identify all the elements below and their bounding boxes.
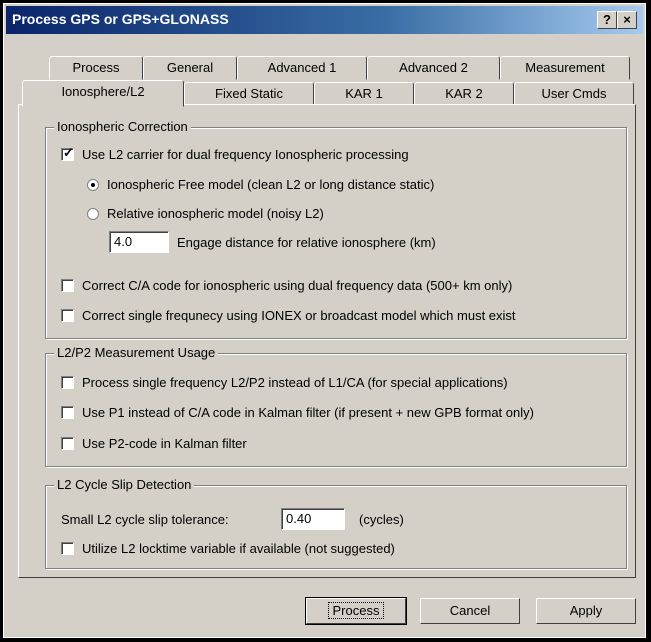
group-title: L2/P2 Measurement Usage xyxy=(54,345,219,360)
single-freq-checkbox[interactable]: Process single frequency L2/P2 instead o… xyxy=(61,375,508,390)
slip-tolerance-input[interactable]: 0.40 xyxy=(281,508,345,530)
slip-tolerance-label: Small L2 cycle slip tolerance: xyxy=(61,512,229,527)
use-p2-label: Use P2-code in Kalman filter xyxy=(82,436,247,451)
iono-free-radio[interactable]: Ionospheric Free model (clean L2 or long… xyxy=(87,177,434,192)
tab-kar-1[interactable]: KAR 1 xyxy=(314,82,414,106)
tab-fixed-static[interactable]: Fixed Static xyxy=(184,82,314,106)
checkbox-unchecked[interactable] xyxy=(61,437,74,450)
tab-process[interactable]: Process xyxy=(49,56,143,80)
group-title: Ionospheric Correction xyxy=(54,119,191,134)
iono-free-label: Ionospheric Free model (clean L2 or long… xyxy=(107,177,435,192)
group-title: L2 Cycle Slip Detection xyxy=(54,477,195,492)
relative-model-radio[interactable]: Relative ionospheric model (noisy L2) xyxy=(87,206,324,221)
tab-measurement[interactable]: Measurement xyxy=(500,56,630,80)
checkbox-unchecked[interactable] xyxy=(61,376,74,389)
engage-distance-input[interactable]: 4.0 xyxy=(109,231,169,253)
apply-button[interactable]: Apply xyxy=(536,598,636,624)
cancel-button[interactable]: Cancel xyxy=(420,598,520,624)
checkbox-unchecked[interactable] xyxy=(61,542,74,555)
engage-distance-label: Engage distance for relative ionosphere … xyxy=(177,235,436,250)
tab-advanced-2[interactable]: Advanced 2 xyxy=(367,56,500,80)
single-freq-label: Process single frequency L2/P2 instead o… xyxy=(82,375,508,390)
tab-panel: Ionospheric Correction ✓ Use L2 carrier f… xyxy=(18,104,636,578)
locktime-checkbox[interactable]: Utilize L2 locktime variable if availabl… xyxy=(61,541,395,556)
tab-user-cmds[interactable]: User Cmds xyxy=(514,82,634,106)
correct-single-checkbox[interactable]: Correct single frequnecy using IONEX or … xyxy=(61,308,516,323)
checkbox-unchecked[interactable] xyxy=(61,406,74,419)
correct-single-label: Correct single frequnecy using IONEX or … xyxy=(82,308,516,323)
use-p1-label: Use P1 instead of C/A code in Kalman fil… xyxy=(82,405,534,420)
tab-ionosphere-l2[interactable]: Ionosphere/L2 xyxy=(22,80,184,107)
checkbox-unchecked[interactable] xyxy=(61,279,74,292)
tab-advanced-1[interactable]: Advanced 1 xyxy=(237,56,367,80)
title-bar: Process GPS or GPS+GLONASS ? × xyxy=(6,6,643,34)
use-l2-label: Use L2 carrier for dual frequency Ionosp… xyxy=(82,147,409,162)
window-title: Process GPS or GPS+GLONASS xyxy=(12,11,229,27)
process-button-label: Process xyxy=(327,602,385,619)
radio-selected[interactable] xyxy=(87,179,99,191)
checkbox-unchecked[interactable] xyxy=(61,309,74,322)
use-l2-checkbox[interactable]: ✓ Use L2 carrier for dual frequency Ionos… xyxy=(61,146,409,162)
use-p1-checkbox[interactable]: Use P1 instead of C/A code in Kalman fil… xyxy=(61,405,534,420)
close-button[interactable]: × xyxy=(617,11,637,29)
tab-kar-2[interactable]: KAR 2 xyxy=(414,82,514,106)
tab-general[interactable]: General xyxy=(143,56,237,80)
help-button[interactable]: ? xyxy=(597,11,617,29)
process-button[interactable]: Process xyxy=(305,597,407,625)
use-p2-checkbox[interactable]: Use P2-code in Kalman filter xyxy=(61,436,247,451)
radio-unselected[interactable] xyxy=(87,208,99,220)
locktime-label: Utilize L2 locktime variable if availabl… xyxy=(82,541,395,556)
correct-ca-checkbox[interactable]: Correct C/A code for ionospheric using d… xyxy=(61,278,512,293)
correct-ca-label: Correct C/A code for ionospheric using d… xyxy=(82,278,513,293)
relative-model-label: Relative ionospheric model (noisy L2) xyxy=(107,206,324,221)
slip-tolerance-unit: (cycles) xyxy=(359,512,404,527)
checkbox-checked[interactable]: ✓ xyxy=(61,146,74,161)
